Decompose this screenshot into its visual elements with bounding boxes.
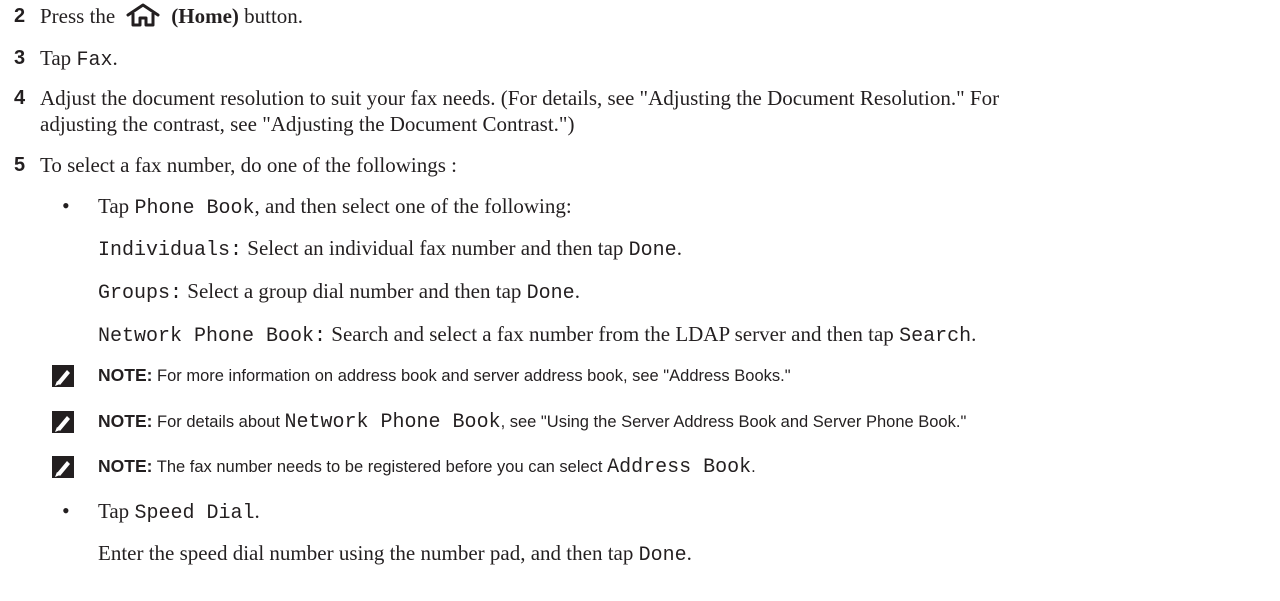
note-1: NOTE: For more information on address bo… [98, 364, 791, 387]
pencil-note-icon [51, 455, 75, 479]
step-number-2: 2 [14, 5, 26, 27]
bullet-1-text: Tap Phone Book, and then select one of t… [98, 193, 572, 222]
network-phone-book-end: . [971, 322, 977, 346]
network-phone-book-label: Network Phone Book: [98, 325, 327, 348]
step-5-text: To select a fax number, do one of the fo… [40, 153, 457, 177]
note-1-label: NOTE: [98, 365, 153, 385]
groups-label: Groups: [98, 282, 183, 305]
option-groups: Groups: Select a group dial number and t… [98, 278, 580, 307]
home-icon [125, 3, 161, 27]
note-2-label: NOTE: [98, 411, 153, 431]
individuals-text: Select an individual fax number and then… [242, 236, 629, 260]
step-4-line-1: Adjust the document resolution to suit y… [40, 86, 1000, 110]
bullet-2-line-2: Enter the speed dial number using the nu… [98, 540, 692, 569]
option-network-phone-book: Network Phone Book: Search and select a … [98, 321, 976, 350]
step-number-4: 4 [14, 87, 26, 109]
network-phone-book-text: Search and select a fax number from the … [326, 322, 900, 346]
fax-menu-label: Fax [76, 49, 113, 72]
pencil-note-icon [51, 410, 75, 434]
step-2-pre: Press the [40, 4, 116, 28]
step-number-5: 5 [14, 154, 26, 176]
note-1-text: For more information on address book and… [152, 367, 791, 385]
bullet-2: • [62, 498, 70, 523]
step-2-post: button. [244, 4, 304, 28]
bullet-1-post: , and then select one of the following: [254, 194, 572, 218]
step-2-text: Press the (Home) button. [40, 3, 303, 29]
step-3-end: . [112, 46, 118, 70]
note-2-network-phone-book: Network Phone Book [284, 411, 501, 434]
note-3-pre: The fax number needs to be registered be… [152, 458, 608, 476]
step-4-line-2: adjusting the contrast, see "Adjusting t… [40, 112, 575, 136]
bullet-2-text: Tap Speed Dial. [98, 498, 260, 527]
note-2: NOTE: For details about Network Phone Bo… [98, 410, 966, 434]
pencil-note-icon [51, 364, 75, 388]
note-3-post: . [751, 458, 756, 476]
speed-dial-label: Speed Dial [134, 502, 255, 525]
groups-text: Select a group dial number and then tap [182, 279, 527, 303]
bullet-1-pre: Tap [98, 194, 135, 218]
groups-end: . [574, 279, 580, 303]
search-label: Search [899, 325, 972, 348]
done-label: Done [628, 239, 677, 262]
bullet-1: • [62, 193, 70, 218]
home-label: (Home) [171, 4, 239, 28]
option-individuals: Individuals: Select an individual fax nu… [98, 235, 682, 264]
done-label: Done [638, 544, 687, 567]
done-label: Done [526, 282, 575, 305]
note-3: NOTE: The fax number needs to be registe… [98, 455, 756, 479]
note-3-address-book: Address Book [607, 456, 752, 479]
note-2-pre: For details about [152, 413, 285, 431]
bullet-2-post: . [254, 499, 260, 523]
note-2-post: , see "Using the Server Address Book and… [500, 413, 967, 431]
phone-book-label: Phone Book [134, 197, 255, 220]
step-number-3: 3 [14, 47, 26, 69]
individuals-end: . [676, 236, 682, 260]
step-3-pre: Tap [40, 46, 77, 70]
note-3-label: NOTE: [98, 456, 153, 476]
bullet-2-line-2-pre: Enter the speed dial number using the nu… [98, 541, 639, 565]
bullet-2-line-2-post: . [686, 541, 692, 565]
bullet-2-pre: Tap [98, 499, 135, 523]
individuals-label: Individuals: [98, 239, 243, 262]
step-3-text: Tap Fax. [40, 45, 118, 74]
